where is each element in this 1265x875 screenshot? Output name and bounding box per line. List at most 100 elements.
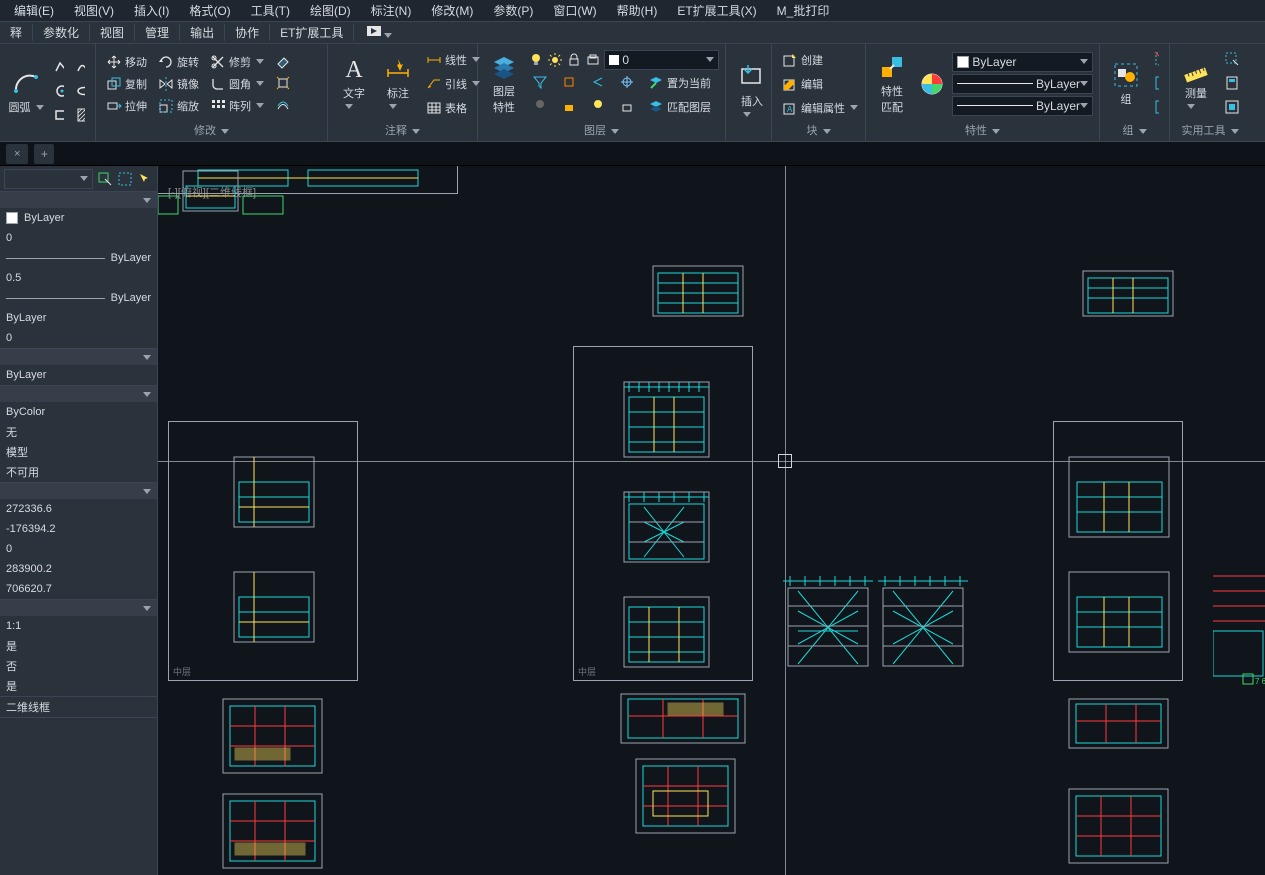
tab-et[interactable]: ET扩展工具: [270, 24, 354, 41]
prop-ucspervp[interactable]: 否: [0, 656, 157, 676]
rect-icon[interactable]: [50, 105, 68, 127]
rotate-button[interactable]: 旋转: [154, 51, 203, 73]
ribbon-extra-button[interactable]: [360, 23, 398, 42]
explode-icon[interactable]: [271, 73, 297, 95]
menu-format[interactable]: 格式(O): [179, 2, 240, 19]
section-3d-toggle[interactable]: [0, 349, 157, 365]
stretch-button[interactable]: 拉伸: [102, 95, 151, 117]
copy-button[interactable]: 复制: [102, 73, 151, 95]
close-icon[interactable]: ×: [14, 148, 20, 160]
panel-annot-title[interactable]: 注释: [334, 120, 471, 141]
layer-on-icon[interactable]: [586, 96, 612, 118]
tab-annotate[interactable]: 释: [0, 24, 33, 41]
selectall-icon[interactable]: [1220, 97, 1244, 119]
section-general-toggle[interactable]: [0, 192, 157, 208]
linear-dim-button[interactable]: 线性: [422, 49, 484, 71]
prop-color[interactable]: ByLayer: [0, 208, 157, 228]
polyline-icon[interactable]: [50, 57, 68, 79]
ungroup-icon[interactable]: [1150, 49, 1163, 71]
linetype-select[interactable]: ByLayer: [952, 96, 1093, 116]
group-select-icon[interactable]: [1150, 97, 1163, 119]
text-button[interactable]: A 文字: [334, 53, 374, 115]
layer-unlock-icon[interactable]: [615, 96, 641, 118]
layer-props-button[interactable]: 图层 特性: [484, 51, 524, 117]
prop-ucsname[interactable]: 是: [0, 676, 157, 696]
block-create-button[interactable]: 创建: [778, 49, 862, 71]
sun-icon[interactable]: [547, 52, 563, 68]
match-props-button[interactable]: 特性 匹配: [872, 51, 912, 117]
tab-view[interactable]: 视图: [90, 24, 135, 41]
insert-button[interactable]: 插入: [732, 61, 772, 123]
prop-thickness[interactable]: 0: [0, 328, 157, 348]
layer-filter-icon[interactable]: [528, 72, 554, 94]
document-tab-active[interactable]: ×: [6, 144, 28, 164]
menu-edit[interactable]: 编辑(E): [4, 2, 64, 19]
layer-select[interactable]: 0: [604, 50, 719, 70]
color-select[interactable]: ByLayer: [952, 52, 1093, 72]
prop-transparency[interactable]: ByLayer: [0, 308, 157, 328]
menu-view[interactable]: 视图(V): [64, 2, 124, 19]
scale-button[interactable]: 缩放: [154, 95, 203, 117]
leader-button[interactable]: 引线: [422, 73, 484, 95]
hatch-icon[interactable]: [72, 105, 90, 127]
block-edit-button[interactable]: 编辑: [778, 73, 862, 95]
table-button[interactable]: 表格: [422, 97, 484, 119]
offset-icon[interactable]: [271, 95, 297, 117]
layer-iso-icon[interactable]: [557, 72, 583, 94]
section-plotstyle-toggle[interactable]: [0, 386, 157, 402]
layer-prev-icon[interactable]: [586, 72, 612, 94]
lineweight-select[interactable]: ByLayer: [952, 74, 1093, 94]
panel-layer-title[interactable]: 图层: [484, 120, 719, 141]
prop-lineweight[interactable]: ByLayer: [0, 288, 157, 308]
layer-off-icon[interactable]: [528, 96, 554, 118]
prop-layer[interactable]: 0: [0, 228, 157, 248]
menu-param[interactable]: 参数(P): [483, 2, 543, 19]
tab-parametric[interactable]: 参数化: [33, 24, 90, 41]
drawing-canvas[interactable]: [-][俯视][二维线框] 中层 中层: [158, 166, 1265, 875]
prop-linetype[interactable]: ByLayer: [0, 248, 157, 268]
menu-dim[interactable]: 标注(N): [361, 2, 422, 19]
plot-icon[interactable]: [585, 52, 601, 68]
layer-freeze-icon[interactable]: [615, 72, 641, 94]
menu-window[interactable]: 窗口(W): [543, 2, 606, 19]
measure-button[interactable]: 测量: [1176, 53, 1216, 115]
panel-util-title[interactable]: 实用工具: [1176, 120, 1244, 141]
panel-block-title[interactable]: 块: [778, 120, 859, 141]
prop-ltscale[interactable]: 0.5: [0, 268, 157, 288]
group-edit-icon[interactable]: [1150, 73, 1163, 95]
menu-batch[interactable]: M_批打印: [767, 2, 840, 19]
prop-wireframe[interactable]: 二维线框: [0, 697, 157, 717]
prop-material[interactable]: ByLayer: [0, 365, 157, 385]
dimension-button[interactable]: 标注: [378, 53, 418, 115]
spline-icon[interactable]: [72, 57, 90, 79]
block-editattr-button[interactable]: A编辑属性: [778, 97, 862, 119]
layer-setcurrent-button[interactable]: 置为当前: [644, 72, 715, 94]
lock-icon[interactable]: [566, 52, 582, 68]
mirror-button[interactable]: 镜像: [154, 73, 203, 95]
erase-icon[interactable]: [271, 51, 297, 73]
layer-match-button[interactable]: 匹配图层: [644, 96, 715, 118]
quick-select-icon[interactable]: [117, 171, 133, 187]
fillet-button[interactable]: 圆角: [206, 73, 268, 95]
array-button[interactable]: 阵列: [206, 95, 268, 117]
pick-add-icon[interactable]: [137, 171, 153, 187]
menu-modify[interactable]: 修改(M): [421, 2, 483, 19]
tab-output[interactable]: 输出: [180, 24, 225, 41]
menu-et[interactable]: ET扩展工具(X): [667, 2, 766, 19]
new-tab-button[interactable]: +: [34, 144, 54, 164]
prop-annoscale[interactable]: 1:1: [0, 616, 157, 636]
arc-button[interactable]: 圆弧: [6, 67, 46, 117]
tab-collab[interactable]: 协作: [225, 24, 270, 41]
group-button[interactable]: 组: [1106, 59, 1146, 109]
panel-modify-title[interactable]: 修改: [102, 120, 321, 141]
select-objects-icon[interactable]: [97, 171, 113, 187]
tab-manage[interactable]: 管理: [135, 24, 180, 41]
bulb-icon[interactable]: [528, 52, 544, 68]
ellipse-icon[interactable]: [72, 81, 90, 103]
object-type-select[interactable]: [4, 169, 93, 189]
quickcalc-icon[interactable]: [1220, 73, 1244, 95]
panel-group-title[interactable]: 组: [1106, 120, 1163, 141]
panel-props-title[interactable]: 特性: [872, 120, 1093, 141]
menu-draw[interactable]: 绘图(D): [300, 2, 361, 19]
section-misc-toggle[interactable]: [0, 600, 157, 616]
